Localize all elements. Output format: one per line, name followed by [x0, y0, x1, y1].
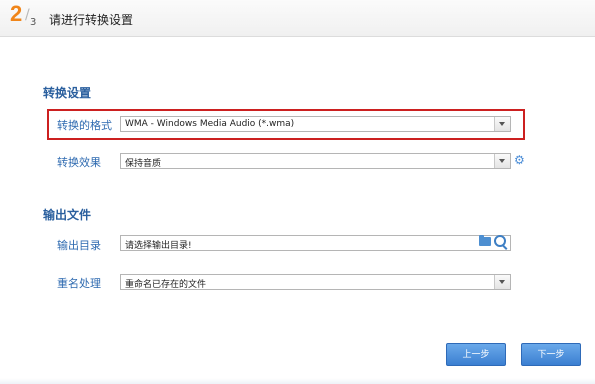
effect-select-value: 保持音质	[125, 159, 162, 169]
format-select-value: WMA - Windows Media Audio (*.wma)	[125, 119, 295, 129]
search-icon[interactable]	[494, 235, 506, 247]
effect-label: 转换效果	[57, 156, 101, 169]
rename-dropdown-arrow-icon[interactable]	[494, 275, 510, 289]
rename-select-value: 重命名已存在的文件	[125, 280, 207, 290]
gear-icon[interactable]: ⚙	[514, 154, 526, 166]
step-slash: /	[25, 7, 30, 23]
format-dropdown-arrow-icon[interactable]	[494, 117, 510, 131]
prev-step-button[interactable]: 上一步	[446, 343, 506, 366]
next-step-button[interactable]: 下一步	[521, 343, 581, 366]
step-total-number: 3	[30, 17, 37, 28]
folder-icon[interactable]	[479, 235, 491, 246]
format-label: 转换的格式	[57, 119, 112, 132]
effect-dropdown-arrow-icon[interactable]	[494, 154, 510, 168]
effect-select[interactable]: 保持音质	[120, 153, 511, 169]
wizard-header: 2 / 3 请进行转换设置	[0, 0, 595, 37]
format-select[interactable]: WMA - Windows Media Audio (*.wma)	[120, 116, 511, 132]
output-dir-value: 请选择输出目录!	[125, 241, 192, 251]
step-current-number: 2	[10, 1, 23, 26]
page-title: 请进行转换设置	[49, 13, 134, 27]
bottom-divider	[0, 378, 595, 384]
rename-label: 重名处理	[57, 277, 101, 290]
section-title-output: 输出文件	[43, 208, 92, 222]
output-dir-label: 输出目录	[57, 239, 101, 252]
rename-select[interactable]: 重命名已存在的文件	[120, 274, 511, 290]
section-title-conversion: 转换设置	[43, 86, 92, 100]
output-dir-field[interactable]: 请选择输出目录!	[120, 235, 511, 251]
